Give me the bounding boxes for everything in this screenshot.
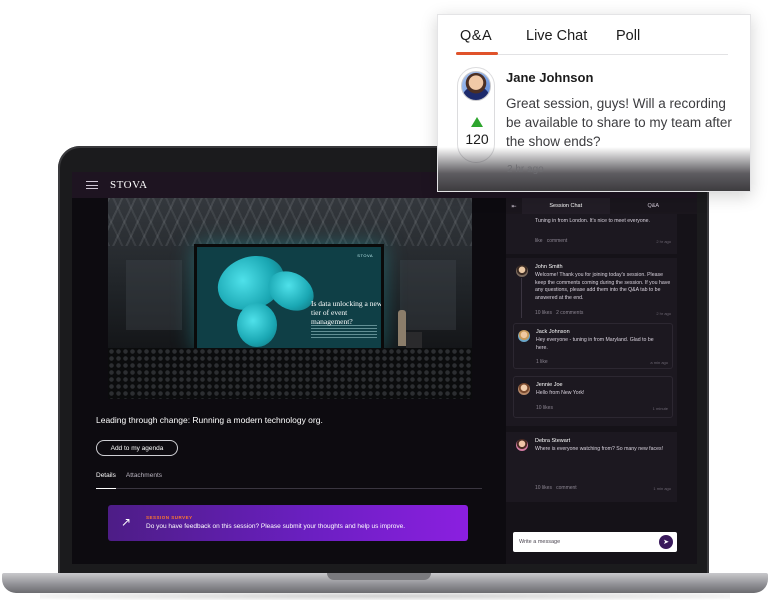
tab-qa[interactable]: Q&A <box>610 198 698 214</box>
projector-screen: STOVA Is data unlocking a new tier of ev… <box>194 244 384 352</box>
qa-card: Q&A Live Chat Poll 120 Jane Johnson Grea… <box>437 14 751 192</box>
question-time: 2 hr ago <box>507 164 544 175</box>
message-meta: 10 likes comment <box>535 485 577 491</box>
message-input[interactable] <box>519 536 649 548</box>
like-count[interactable]: like <box>535 238 543 244</box>
question-author: Jane Johnson <box>506 70 594 85</box>
like-count[interactable]: 10 likes <box>536 405 553 411</box>
tab-session-chat[interactable]: Session Chat <box>522 198 610 214</box>
comment-link[interactable]: comment <box>547 238 568 244</box>
message-time: 2 hr ago <box>656 311 671 316</box>
survey-kicker: SESSION SURVEY <box>146 515 193 520</box>
tab-qa[interactable]: Q&A <box>460 28 492 44</box>
upvote-arrow-icon[interactable] <box>471 117 483 127</box>
laptop-notch <box>327 573 431 580</box>
avatar <box>516 439 528 451</box>
chat-message: Tuning in from London. It's nice to meet… <box>506 214 677 254</box>
message-body: Welcome! Thank you for joining today's s… <box>535 272 671 301</box>
laptop-base <box>2 573 768 593</box>
comment-link[interactable]: comment <box>556 485 577 491</box>
chat-message: Debra Stewart Where is everyone watching… <box>506 432 677 502</box>
message-meta: like comment <box>535 238 567 244</box>
venue-wall-left <box>126 260 182 330</box>
slide-title: Is data unlocking a new tier of event ma… <box>311 299 383 326</box>
external-link-icon: ↗ <box>121 515 132 529</box>
session-video[interactable]: STOVA Is data unlocking a new tier of ev… <box>108 198 472 399</box>
message-body: Tuning in from London. It's nice to meet… <box>535 218 650 224</box>
chat-tabs: ⇤ Session Chat Q&A <box>506 198 697 214</box>
session-title: Leading through change: Running a modern… <box>96 415 323 425</box>
like-count[interactable]: 1 like <box>536 359 548 365</box>
avatar <box>518 383 530 395</box>
message-author: Debra Stewart <box>535 438 571 444</box>
message-author: John Smith <box>535 264 563 270</box>
slide-logo: STOVA <box>357 253 373 258</box>
message-meta: 10 likes 2 comments <box>535 310 583 316</box>
slide-graphic <box>237 303 277 347</box>
question-text: Great session, guys! Will a recording be… <box>506 96 732 149</box>
venue-wall-right <box>400 260 456 330</box>
reply-message: Jack Johnson Hey everyone - tuning in fr… <box>513 323 673 369</box>
message-composer: ➤ <box>513 532 677 552</box>
session-survey-banner[interactable]: ↗ SESSION SURVEY Do you have feedback on… <box>108 505 468 541</box>
exit-icon[interactable]: ⇤ <box>506 203 522 210</box>
send-icon[interactable]: ➤ <box>659 535 673 549</box>
reply-message: Jennie Joe Hello from New York! 10 likes… <box>513 376 673 418</box>
brand-logo: STOVA <box>110 179 148 191</box>
tab-live-chat[interactable]: Live Chat <box>526 28 587 44</box>
tab-attachments[interactable]: Attachments <box>126 471 162 488</box>
thread-line <box>521 278 522 318</box>
chat-message: John Smith Welcome! Thank you for joinin… <box>506 258 677 426</box>
hamburger-menu-icon[interactable] <box>86 181 98 189</box>
message-time: 1 minute <box>652 406 668 411</box>
like-count[interactable]: 10 likes <box>535 310 552 316</box>
comment-link[interactable]: 2 comments <box>556 310 583 316</box>
message-author: Jack Johnson <box>536 329 570 335</box>
message-time: a min ago <box>650 360 668 365</box>
session-tabs: Details Attachments <box>96 471 482 489</box>
survey-text: Do you have feedback on this session? Pl… <box>146 523 406 530</box>
message-author: Jennie Joe <box>536 382 563 388</box>
tab-poll[interactable]: Poll <box>616 28 640 44</box>
like-count[interactable]: 10 likes <box>535 485 552 491</box>
active-tab-underline <box>456 52 498 55</box>
message-body: Hello from New York! <box>536 390 585 396</box>
qa-tabs: Q&A Live Chat Poll <box>456 15 728 55</box>
tab-details[interactable]: Details <box>96 471 116 489</box>
chat-panel: ⇤ Session Chat Q&A Tuning in from London… <box>506 198 697 564</box>
laptop-screen: STOVA STOVA Is data unlocking a new tier… <box>72 172 697 564</box>
message-time: 2 hr ago <box>656 239 671 244</box>
slide-body-text <box>311 325 377 339</box>
vote-count: 120 <box>465 131 489 147</box>
avatar <box>518 330 530 342</box>
message-time: 1 min ago <box>653 486 671 491</box>
avatar <box>461 71 491 101</box>
card-shadow-overlay <box>438 147 750 191</box>
stage-truss <box>108 198 472 246</box>
laptop-shadow <box>40 592 730 600</box>
message-body: Where is everyone watching from? So many… <box>535 446 664 452</box>
avatar <box>516 265 528 277</box>
add-to-agenda-button[interactable]: Add to my agenda <box>96 440 178 456</box>
speaker-figure <box>398 310 406 346</box>
message-body: Hey everyone - tuning in from Maryland. … <box>536 337 654 351</box>
audience <box>108 348 472 399</box>
